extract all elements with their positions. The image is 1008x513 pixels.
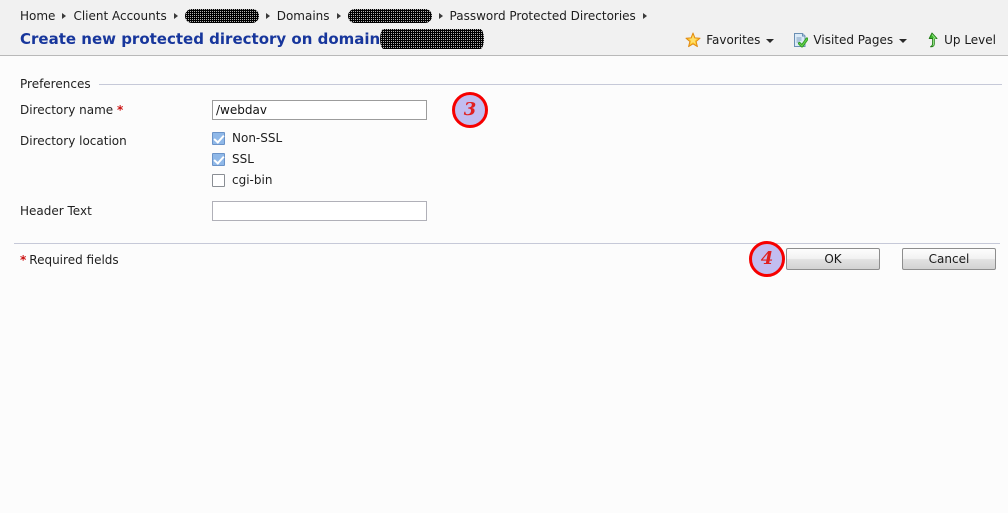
content-area: Preferences Directory name * Directory l… [0,56,1008,513]
chevron-down-icon [899,39,907,43]
directory-location-checkbox-group: Non-SSL SSL cgi-bin [212,131,282,187]
directory-name-label: Directory name * [0,100,212,120]
breadcrumb-separator-icon [266,13,270,19]
favorites-menu[interactable]: Favorites [685,31,774,49]
breadcrumb-separator-icon [643,13,647,19]
page-check-icon [792,32,808,48]
section-divider [99,84,1002,85]
directory-location-row: Directory location Non-SSL SSL cgi-bin [0,131,1008,187]
checkbox-non-ssl[interactable] [212,132,225,145]
checkbox-item-ssl[interactable]: SSL [212,152,282,166]
checkbox-cgi-bin[interactable] [212,174,225,187]
header-text-row: Header Text [0,201,1008,221]
section-title: Preferences [0,77,99,91]
preferences-section-header: Preferences [0,77,1008,91]
checkbox-label-cgi-bin: cgi-bin [232,173,272,187]
header-text-input[interactable] [212,201,427,221]
breadcrumb-item-password-protected-directories[interactable]: Password Protected Directories [450,8,636,24]
breadcrumb-item-redacted-domain[interactable] [348,9,432,23]
breadcrumb-item-domains[interactable]: Domains [277,8,330,24]
required-asterisk: * [117,103,123,117]
checkbox-label-ssl: SSL [232,152,254,166]
footer-divider [14,243,1000,244]
directory-name-input[interactable] [212,100,427,120]
breadcrumb-separator-icon [439,13,443,19]
form-button-bar: OK Cancel [786,248,996,270]
required-asterisk: * [20,253,26,267]
directory-location-control: Non-SSL SSL cgi-bin [212,131,282,187]
header-text-control [212,201,427,221]
directory-name-control [212,100,427,120]
favorites-label: Favorites [706,31,760,49]
breadcrumb-item-home[interactable]: Home [20,8,55,24]
star-icon [685,32,701,48]
breadcrumb-separator-icon [62,13,66,19]
chevron-down-icon [766,39,774,43]
required-fields-text: Required fields [29,253,118,267]
header-text-label: Header Text [0,201,212,221]
directory-location-label: Directory location [0,131,212,151]
directory-name-label-text: Directory name [20,103,113,117]
visited-pages-menu[interactable]: Visited Pages [792,31,907,49]
breadcrumb: Home Client Accounts Domains Password Pr… [20,8,654,24]
breadcrumb-separator-icon [174,13,178,19]
checkbox-item-non-ssl[interactable]: Non-SSL [212,131,282,145]
header-tools: Favorites Visited Pages [685,30,996,50]
checkbox-item-cgi-bin[interactable]: cgi-bin [212,173,282,187]
annotation-badge-4: 4 [749,241,785,277]
checkbox-label-non-ssl: Non-SSL [232,131,282,145]
annotation-badge-3: 3 [452,92,488,128]
breadcrumb-item-redacted-account[interactable] [185,9,259,23]
page-title-text: Create new protected directory on domain [20,29,380,49]
header-band: Home Client Accounts Domains Password Pr… [0,0,1008,56]
cancel-button[interactable]: Cancel [902,248,996,270]
visited-pages-label: Visited Pages [813,31,893,49]
up-level-button[interactable]: Up Level [925,31,996,49]
page-title: Create new protected directory on domain [20,29,484,49]
checkbox-ssl[interactable] [212,153,225,166]
breadcrumb-separator-icon [337,13,341,19]
up-level-label: Up Level [944,31,996,49]
page-title-redacted-domain [380,29,484,49]
ok-button[interactable]: OK [786,248,880,270]
directory-name-row: Directory name * [0,100,1008,120]
required-fields-note: *Required fields [20,252,119,268]
breadcrumb-item-client-accounts[interactable]: Client Accounts [73,8,166,24]
green-up-arrow-icon [925,32,939,48]
